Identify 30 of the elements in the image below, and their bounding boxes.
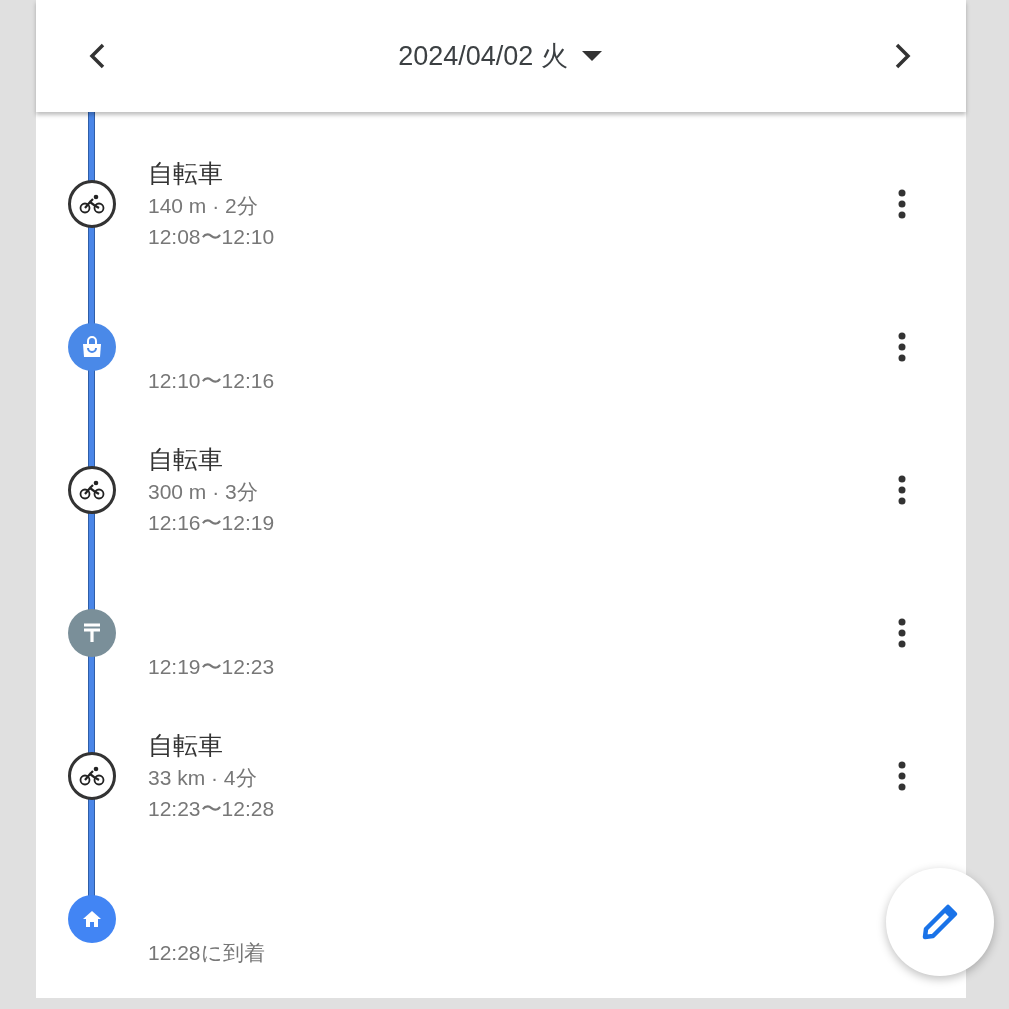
time-range: 12:23〜12:28 xyxy=(148,795,276,822)
distance-duration: 140 m · 2分 xyxy=(148,192,259,219)
time-range: 12:16〜12:19 xyxy=(148,509,276,536)
date-label: 2024/04/02 火 xyxy=(398,39,568,73)
more-vert-icon xyxy=(898,188,906,219)
more-vert-icon xyxy=(898,617,906,648)
activity-title: 自転車 xyxy=(148,157,224,189)
activity-title: 自転車 xyxy=(148,443,224,475)
activity-title: 自転車 xyxy=(148,729,224,761)
time-range: 12:10〜12:16 xyxy=(148,368,276,394)
distance-duration: 300 m · 3分 xyxy=(148,478,259,505)
edit-button[interactable] xyxy=(886,868,994,976)
post-office-icon xyxy=(82,622,102,643)
bicycle-icon xyxy=(79,193,105,214)
time-range: 12:08〜12:10 xyxy=(148,223,276,250)
time-range: 12:28に到着 xyxy=(148,940,266,966)
bicycle-icon xyxy=(79,479,105,500)
distance-duration: 33 km · 4分 xyxy=(148,764,258,791)
bicycle-icon xyxy=(79,765,105,786)
more-vert-icon xyxy=(898,760,906,791)
dropdown-caret-icon xyxy=(581,51,602,61)
more-vert-icon xyxy=(898,474,906,505)
date-selector[interactable]: 2024/04/02 火 xyxy=(392,34,608,78)
pencil-icon xyxy=(921,903,959,941)
more-vert-icon xyxy=(898,331,906,362)
home-icon xyxy=(83,910,101,927)
chevron-right-icon xyxy=(893,42,913,70)
time-range: 12:19〜12:23 xyxy=(148,654,276,680)
chevron-left-icon xyxy=(87,42,107,70)
shopping-bag-icon xyxy=(81,335,103,358)
